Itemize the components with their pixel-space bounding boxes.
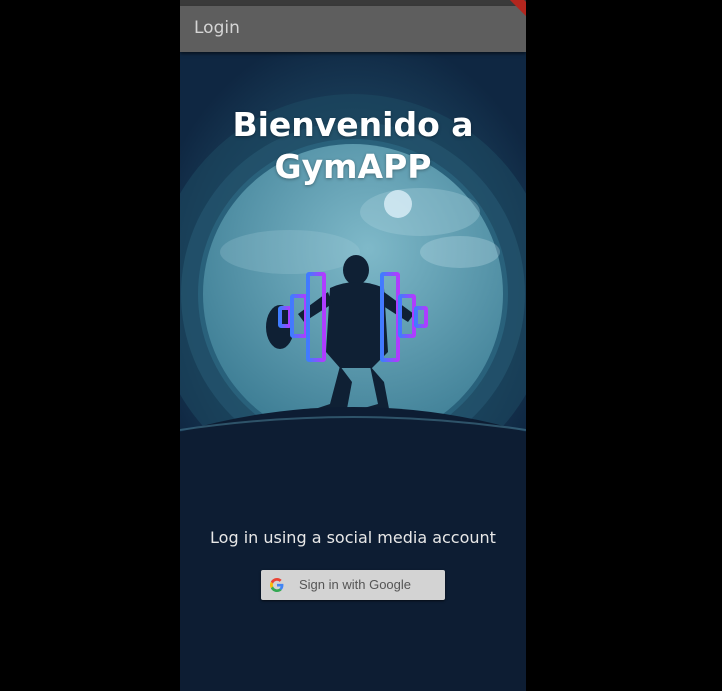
welcome-title: Bienvenido a GymAPP xyxy=(180,104,526,188)
google-sign-in-label: Sign in with Google xyxy=(299,577,412,592)
google-sign-in-button[interactable]: Sign in with Google xyxy=(261,570,445,600)
welcome-line-2: GymAPP xyxy=(274,147,432,186)
phone-screen: Login Bienvenido a GymAPP Log in using a… xyxy=(180,0,526,691)
welcome-line-1: Bienvenido a xyxy=(232,105,474,144)
social-login-caption: Log in using a social media account xyxy=(210,528,496,547)
google-g-icon xyxy=(270,578,284,592)
app-bar-title: Login xyxy=(194,18,240,38)
app-bar: Login xyxy=(180,6,526,52)
